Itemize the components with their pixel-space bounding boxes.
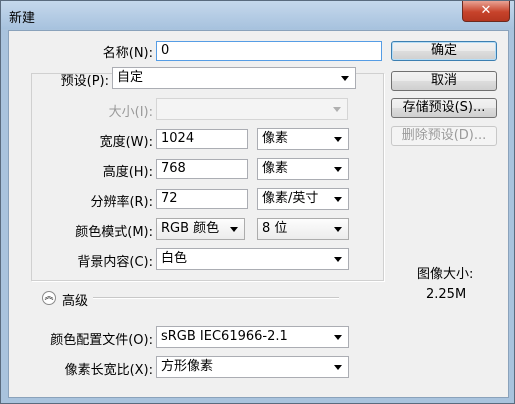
advanced-label[interactable]: 高级 bbox=[62, 290, 88, 309]
title-bar[interactable]: 新建 ✕ bbox=[1, 1, 514, 29]
background-label: 背景内容(C): bbox=[77, 255, 153, 270]
width-input[interactable]: 1024 bbox=[156, 129, 248, 149]
resolution-label: 分辨率(R): bbox=[90, 195, 153, 210]
color-profile-label: 颜色配置文件(O): bbox=[50, 333, 153, 348]
bit-depth-select[interactable]: 8 位 bbox=[257, 218, 349, 240]
advanced-divider bbox=[93, 297, 339, 298]
chevron-down-icon bbox=[334, 365, 342, 370]
size-select[interactable] bbox=[156, 98, 348, 120]
ok-button[interactable]: 确定 bbox=[391, 41, 497, 61]
chevron-down-icon bbox=[334, 137, 342, 142]
cancel-button[interactable]: 取消 bbox=[391, 71, 497, 91]
chevron-down-icon bbox=[334, 197, 342, 202]
delete-preset-button[interactable]: 删除预设(D)... bbox=[391, 126, 497, 146]
color-profile-select[interactable]: sRGB IEC61966-2.1 bbox=[156, 326, 349, 348]
background-value: 白色 bbox=[161, 251, 188, 266]
width-unit-value: 像素 bbox=[262, 131, 289, 146]
new-document-dialog: 新建 ✕ 名称(N): 0 预设(P): 自定 大小(I): 宽度(W): 10… bbox=[0, 0, 515, 404]
bit-depth-value: 8 位 bbox=[262, 221, 288, 236]
chevron-down-icon bbox=[341, 76, 349, 81]
chevron-down-icon bbox=[334, 335, 342, 340]
chevron-down-icon bbox=[334, 257, 342, 262]
width-label: 宽度(W): bbox=[99, 135, 153, 150]
height-unit-select[interactable]: 像素 bbox=[257, 158, 349, 180]
close-icon[interactable]: ✕ bbox=[462, 1, 510, 22]
image-size-value: 2.25M bbox=[426, 287, 467, 302]
color-mode-value: RGB 颜色 bbox=[161, 221, 220, 236]
preset-select[interactable]: 自定 bbox=[112, 67, 356, 89]
image-size-label: 图像大小: bbox=[417, 267, 474, 282]
chevron-down-icon bbox=[333, 107, 341, 112]
preset-value: 自定 bbox=[117, 70, 144, 85]
resolution-unit-value: 像素/英寸 bbox=[262, 191, 319, 206]
pixel-aspect-select[interactable]: 方形像素 bbox=[156, 356, 349, 378]
color-mode-label: 颜色模式(M): bbox=[75, 225, 153, 240]
window-title: 新建 bbox=[9, 11, 36, 26]
pixel-aspect-value: 方形像素 bbox=[161, 359, 214, 374]
chevron-down-icon bbox=[334, 167, 342, 172]
color-profile-value: sRGB IEC61966-2.1 bbox=[161, 329, 288, 344]
dialog-body: 名称(N): 0 预设(P): 自定 大小(I): 宽度(W): 1024 像素… bbox=[8, 30, 509, 398]
pixel-aspect-label: 像素长宽比(X): bbox=[64, 363, 153, 378]
height-unit-value: 像素 bbox=[262, 161, 289, 176]
resolution-input[interactable]: 72 bbox=[156, 189, 248, 209]
height-label: 高度(H): bbox=[102, 165, 153, 180]
save-preset-button[interactable]: 存储预设(S)... bbox=[391, 98, 497, 118]
height-input[interactable]: 768 bbox=[156, 159, 248, 179]
name-label: 名称(N): bbox=[102, 46, 153, 61]
background-select[interactable]: 白色 bbox=[156, 248, 349, 270]
color-mode-select[interactable]: RGB 颜色 bbox=[156, 218, 245, 240]
chevron-down-icon bbox=[230, 227, 238, 232]
name-input[interactable]: 0 bbox=[156, 41, 382, 61]
chevron-double-up-icon[interactable]: ︽ bbox=[42, 291, 56, 305]
preset-label: 预设(P): bbox=[60, 74, 109, 89]
size-label: 大小(I): bbox=[108, 105, 153, 120]
resolution-unit-select[interactable]: 像素/英寸 bbox=[257, 188, 349, 210]
chevron-down-icon bbox=[334, 227, 342, 232]
width-unit-select[interactable]: 像素 bbox=[257, 128, 349, 150]
